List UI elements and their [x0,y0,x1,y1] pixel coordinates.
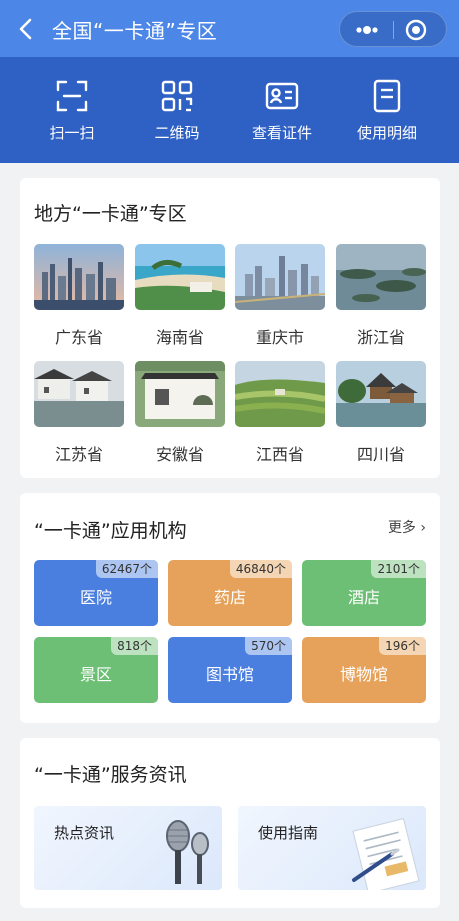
more-link[interactable]: 更多 › [388,517,426,537]
institution-hospital[interactable]: 62467个 医院 [34,560,158,626]
mini-program-capsule [339,11,447,47]
institution-name: 图书馆 [205,665,254,684]
sichuan-photo [336,361,426,427]
institution-library[interactable]: 570个 图书馆 [168,637,292,703]
institution-count: 818个 [111,637,158,655]
institution-name: 博物馆 [339,665,388,684]
region-name: 广东省 [54,328,103,347]
institution-count: 196个 [379,637,426,655]
regional-section: 地方“一卡通”专区 广东省 海南省 重庆市 浙江省 江苏省 安徽省 江西省 四川… [20,178,440,478]
qrcode-label: 二维码 [154,124,200,142]
hot-news-label: 热点资讯 [54,824,115,842]
user-guide-card[interactable]: 使用指南 [238,806,426,890]
microphone-icon [166,820,209,884]
user-guide-label: 使用指南 [258,824,319,842]
region-name: 海南省 [155,328,204,347]
capsule-divider [393,21,394,39]
news-section-title: “一卡通”服务资讯 [34,764,187,786]
usage-detail-button[interactable]: 使用明细 [337,57,437,163]
scan-label: 扫一扫 [49,124,95,142]
region-name: 安徽省 [155,445,204,464]
region-jiangxi[interactable]: 江西省 [235,361,325,464]
page-title: 全国“一卡通”专区 [52,19,218,43]
news-section: “一卡通”服务资讯 热点资讯 使用指南 [20,738,440,908]
id-card-icon [265,82,299,110]
institution-count: 2101个 [371,560,426,578]
region-hainan[interactable]: 海南省 [135,244,225,347]
usage-detail-label: 使用明细 [356,124,417,142]
institution-pharmacy[interactable]: 46840个 药店 [168,560,292,626]
institution-scenic-spot[interactable]: 818个 景区 [34,637,158,703]
chongqing-photo [235,244,325,310]
anhui-photo [135,361,225,427]
region-name: 浙江省 [356,328,405,347]
scan-button[interactable]: 扫一扫 [22,57,122,163]
region-sichuan[interactable]: 四川省 [336,361,426,464]
zhejiang-photo [336,244,426,310]
region-name: 江西省 [255,445,304,464]
institution-count: 62467个 [95,560,158,578]
jiangsu-photo [34,361,124,427]
institution-name: 医院 [79,588,112,607]
institution-name: 酒店 [347,588,380,607]
close-target-icon[interactable] [404,18,428,42]
nav-bar: 全国“一卡通”专区 [0,0,459,57]
scan-icon [56,80,88,112]
region-name: 江苏省 [54,445,103,464]
jiangxi-photo [235,361,325,427]
back-arrow-icon[interactable] [16,17,38,41]
region-name: 重庆市 [255,328,304,347]
institution-count: 570个 [245,637,292,655]
institution-count: 46840个 [229,560,292,578]
region-zhejiang[interactable]: 浙江省 [336,244,426,347]
institutions-section-title: “一卡通”应用机构 [34,520,187,542]
hot-news-card[interactable]: 热点资讯 [34,806,222,890]
regional-section-title: 地方“一卡通”专区 [34,203,187,225]
qrcode-button[interactable]: 二维码 [127,57,227,163]
institutions-section: “一卡通”应用机构 更多 › 62467个 医院 46840个 药店 2101个… [20,493,440,723]
institution-hotel[interactable]: 2101个 酒店 [302,560,426,626]
region-chongqing[interactable]: 重庆市 [235,244,325,347]
qrcode-icon [161,80,193,112]
view-id-label: 查看证件 [251,124,312,142]
more-icon[interactable] [351,20,383,40]
institution-museum[interactable]: 196个 博物馆 [302,637,426,703]
region-guangdong[interactable]: 广东省 [34,244,124,347]
region-anhui[interactable]: 安徽省 [135,361,225,464]
hainan-photo [135,244,225,310]
institution-name: 景区 [79,665,112,684]
region-name: 四川省 [356,445,405,464]
institution-name: 药店 [213,588,246,607]
document-icon [373,79,401,113]
guangdong-photo [34,244,124,310]
region-jiangsu[interactable]: 江苏省 [34,361,124,464]
view-id-button[interactable]: 查看证件 [232,57,332,163]
function-toolbar: 扫一扫 二维码 查看证件 使用明细 [0,57,459,163]
document-pen-icon [352,818,420,890]
